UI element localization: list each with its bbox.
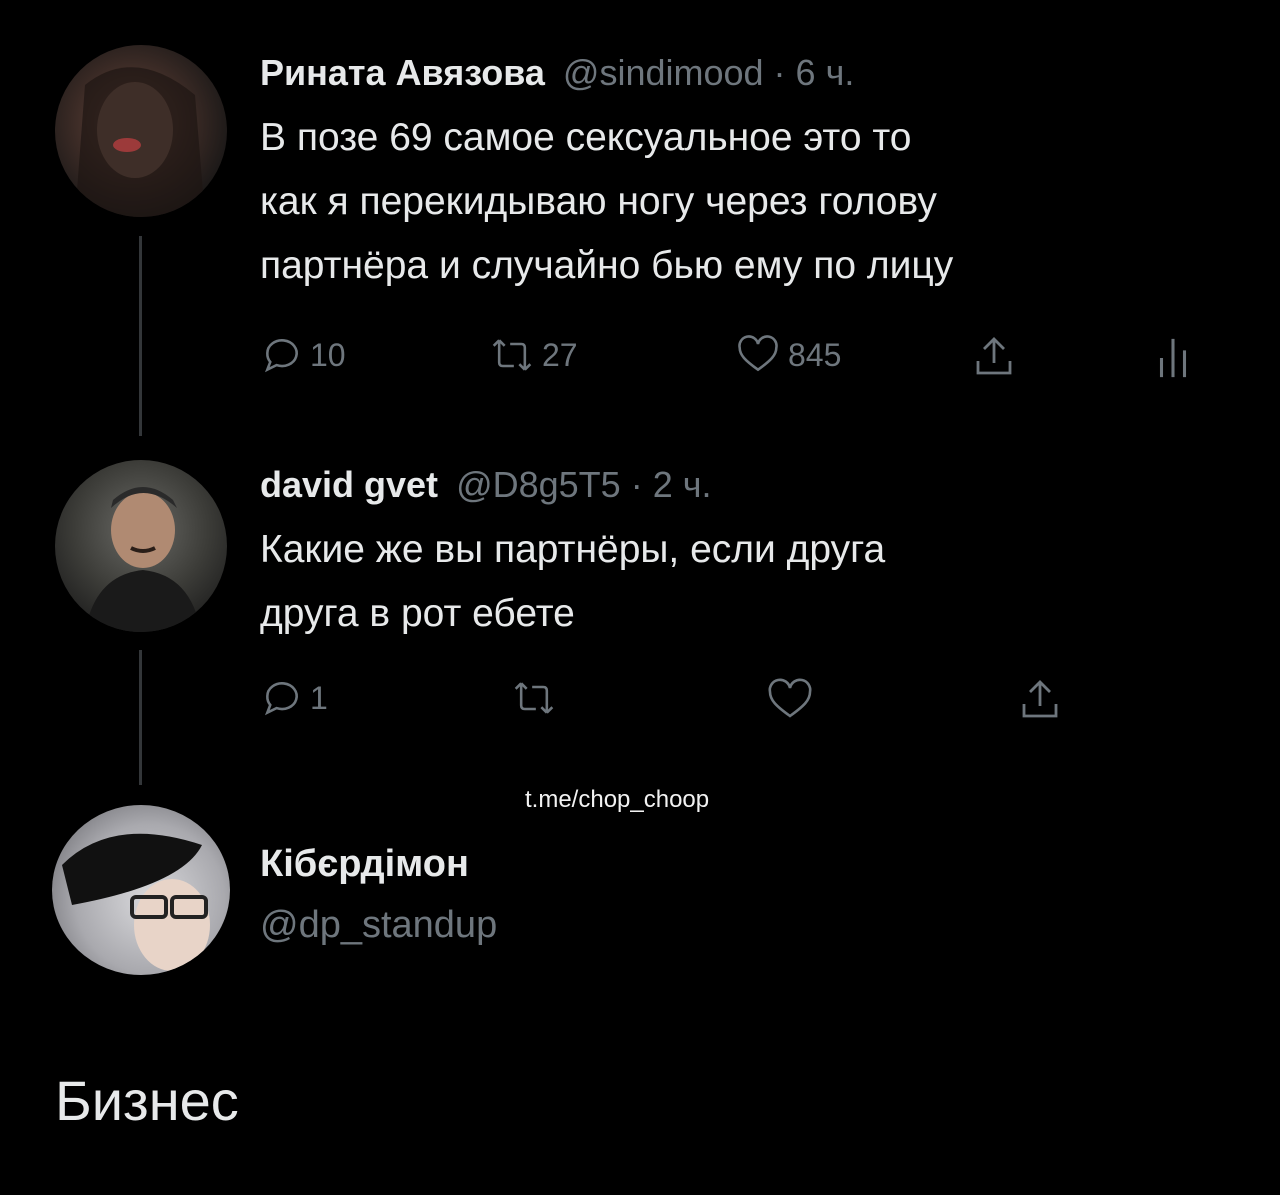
reply-icon	[264, 682, 298, 716]
heart-icon	[738, 335, 778, 372]
reply-count: 10	[310, 336, 346, 373]
caption: Бизнес	[55, 1069, 239, 1132]
profile-handle[interactable]: @dp_standup	[260, 904, 497, 947]
tweet-time[interactable]: 6 ч.	[796, 52, 855, 93]
avatar[interactable]	[55, 45, 227, 217]
like-button[interactable]	[764, 676, 816, 724]
thread-line	[139, 236, 142, 436]
profile-name[interactable]: Кібєрдімон	[260, 843, 469, 886]
thread-line	[139, 650, 142, 785]
tweet-time[interactable]: 2 ч.	[653, 464, 712, 505]
avatar[interactable]	[52, 805, 230, 975]
tweet-text-line: как я перекидываю ногу через голову	[260, 180, 937, 223]
retweet-count: 27	[542, 336, 578, 373]
analytics-button[interactable]	[1155, 335, 1191, 381]
analytics-icon	[1159, 338, 1187, 378]
retweet-button[interactable]: 27	[488, 333, 578, 377]
share-icon	[976, 337, 1012, 375]
reply-button[interactable]: 1	[260, 676, 328, 720]
author-handle[interactable]: @D8g5T5	[456, 464, 621, 505]
reply-icon	[264, 339, 298, 373]
tweet-author[interactable]: Рината Авязова @sindimood · 6 ч.	[260, 52, 854, 94]
share-button[interactable]	[1016, 676, 1064, 724]
separator: ·	[620, 464, 653, 505]
tweet-text-line: партнёра и случайно бью ему по лицу	[260, 244, 954, 287]
watermark: t.me/chop_choop	[525, 786, 710, 813]
like-count: 845	[788, 336, 842, 373]
tweet-text: В позе 69 самое сексуальное это то как я…	[260, 106, 953, 298]
retweet-button[interactable]	[510, 676, 558, 720]
tweet-text: Какие же вы партнёры, если друга друга в…	[260, 518, 885, 646]
tweet-text-line: В позе 69 самое сексуальное это то	[260, 116, 912, 159]
tweet-author[interactable]: david gvet @D8g5T5 · 2 ч.	[260, 464, 711, 506]
like-button[interactable]: 845	[734, 333, 841, 377]
heart-icon	[768, 678, 812, 718]
separator: ·	[763, 52, 796, 93]
author-name[interactable]: david gvet	[260, 464, 438, 505]
reply-button[interactable]: 10	[260, 333, 346, 377]
avatar[interactable]	[55, 460, 227, 632]
retweet-icon	[514, 682, 554, 714]
reply-count: 1	[310, 679, 328, 716]
tweet-text-line: Какие же вы партнёры, если друга	[260, 528, 886, 571]
author-name[interactable]: Рината Авязова	[260, 52, 545, 93]
retweet-icon	[492, 339, 532, 371]
author-handle[interactable]: @sindimood	[563, 52, 764, 93]
share-icon	[1022, 680, 1058, 718]
share-button[interactable]	[970, 333, 1018, 381]
tweet-text-line: друга в рот ебете	[260, 592, 575, 635]
